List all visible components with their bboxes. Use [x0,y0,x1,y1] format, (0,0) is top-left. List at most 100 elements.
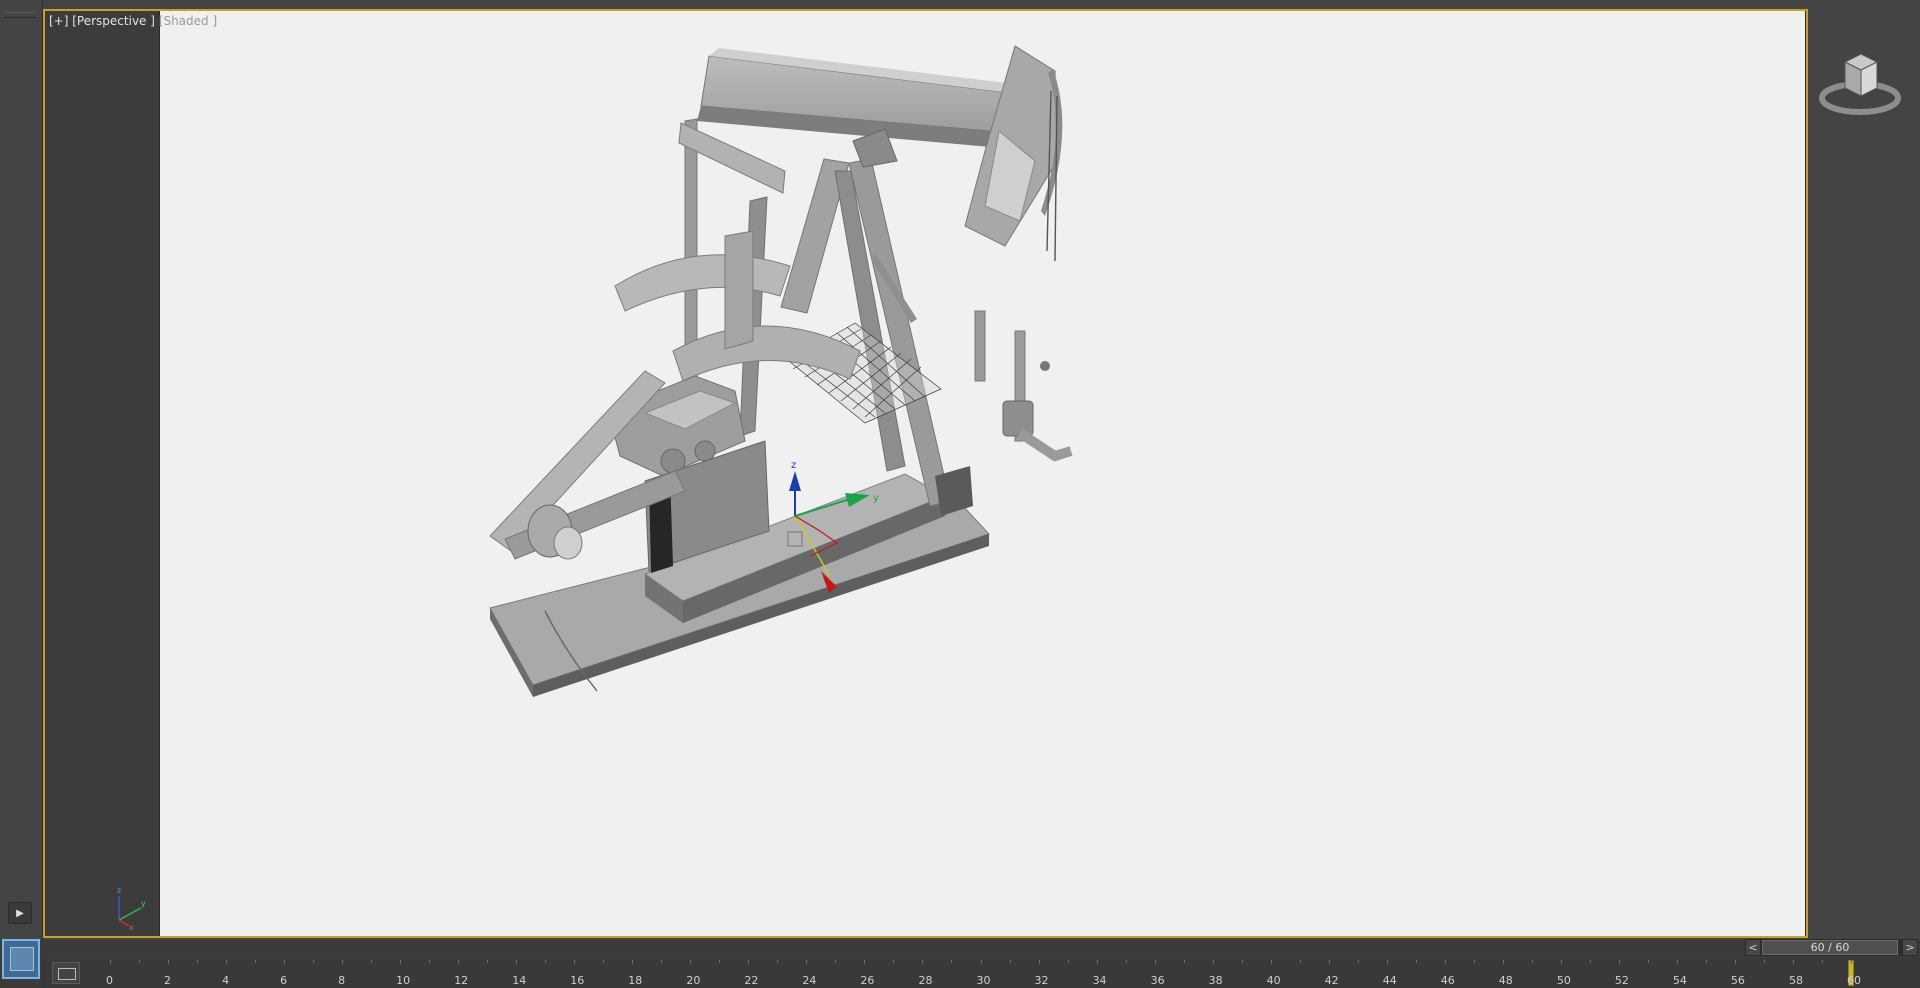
timeline-tick-label: 30 [976,974,991,987]
timeline-tick [574,960,576,964]
timeline-tick-label: 36 [1150,974,1165,987]
tripod-y-label: y [141,899,146,908]
viewport-plus-menu[interactable]: [+] [49,14,68,28]
timeline-tick-label: 48 [1498,974,1513,987]
left-toolbar-strip: ▶ [0,0,43,940]
timeline-tick-label: 44 [1382,974,1397,987]
pumpjack-scene[interactable]: z y [45,11,1806,936]
timeline-tick-label: 56 [1730,974,1745,987]
world-axis-tripod: z y x [117,886,146,930]
timeline-tick [371,960,373,963]
timeline-tick-label: 50 [1556,974,1571,987]
timeline-tick [284,960,286,964]
timeline-tick [545,960,547,963]
perspective-viewport[interactable]: [+] [Perspective ] [Shaded ] z y z y x [43,9,1808,938]
timeline-tick [893,960,895,963]
timeline-tick [1299,960,1301,963]
play-animation-button[interactable]: ▶ [8,902,32,924]
timeline-tick [429,960,431,963]
timeline-tick [1067,960,1069,963]
timeline-tick [1560,960,1562,964]
walking-beam [697,48,1023,168]
time-slider-next-button[interactable]: > [1902,939,1918,956]
timeline-tick [719,960,721,963]
timeline-tick [1444,960,1446,964]
toolbar-grip[interactable] [4,12,36,18]
timeline-tick [980,960,982,964]
horse-head [964,45,1063,262]
timeline-tick-label: 38 [1208,974,1223,987]
timeline-tick [487,960,489,963]
timeline-tick-label: 16 [570,974,585,987]
viewport-view-menu[interactable]: [Perspective ] [72,14,155,28]
timeline-tick [1154,960,1156,964]
timeline-ruler [0,958,1920,988]
timeline-tick [255,960,257,963]
timeline-tick [1125,960,1127,963]
time-slider-prev-button[interactable]: < [1745,939,1761,956]
timeline-tick [1212,960,1214,964]
timeline-tick [226,960,228,964]
viewport-shading-menu[interactable]: [Shaded ] [159,14,217,28]
timeline-tick [516,960,518,964]
timeline-tick [806,960,808,964]
timeline-tick [1241,960,1243,963]
timeline-tick [951,960,953,963]
timeline-tick [1821,960,1823,963]
timeline-tick-label: 8 [338,974,346,987]
timeline-tick [864,960,866,964]
timeline-tick-label: 34 [1092,974,1107,987]
timeline-tick-label: 58 [1788,974,1803,987]
timeline-tick-label: 28 [918,974,933,987]
timeline-tick [1705,960,1707,963]
timeline-tick [1009,960,1011,963]
timeline-tick-label: 12 [454,974,469,987]
timeline-tick-label: 14 [512,974,527,987]
timeline-tick [1589,960,1591,963]
timeline-tick [1734,960,1736,964]
viewcube-icon[interactable] [1815,40,1905,120]
timeline-tick-label: 20 [686,974,701,987]
timeline-tick-label: 0 [106,974,113,987]
timeline-tick [1386,960,1388,964]
timeline-tick [835,960,837,963]
timeline-tick [400,960,402,964]
timeline-tick [1647,960,1649,963]
timeline-tick [661,960,663,963]
timeline-tick [1038,960,1040,964]
timeline-tick [458,960,460,964]
viewport-label-menu: [+] [Perspective ] [Shaded ] [49,14,217,28]
timeline-tick-label: 54 [1672,974,1687,987]
tripod-x-label: x [129,923,134,930]
timeline-tick [922,960,924,964]
timeline-tick [1763,960,1765,963]
time-slider-thumb[interactable]: 60 / 60 [1762,940,1898,955]
timeline-tick [197,960,199,963]
play-icon: ▶ [16,907,24,919]
timeline-tick [1531,960,1533,963]
timeline-tick-label: 40 [1266,974,1281,987]
timeline-tick-label: 18 [628,974,643,987]
timeline-tick [342,960,344,964]
timeline-tick-label: 46 [1440,974,1455,987]
timeline-tick [1473,960,1475,963]
timeline-tick-label: 52 [1614,974,1629,987]
timeline-tick [603,960,605,963]
timeline-tick [139,960,141,963]
timeline-tick [110,960,111,964]
timeline-tick [1618,960,1620,964]
timeline-tick [1676,960,1678,964]
timeline-tick [313,960,315,963]
timeline-tick [1270,960,1272,964]
timeline-tick-label: 10 [396,974,411,987]
timeline-tick-label: 22 [744,974,759,987]
timeline-tick-label: 32 [1034,974,1049,987]
timeline-tick [690,960,692,964]
timeline-tick [1792,960,1794,964]
timeline-tick-label: 2 [164,974,172,987]
timeline-tick [1328,960,1330,964]
timeline-tick [1096,960,1098,964]
timeline-tick [748,960,750,964]
timeline-tick [777,960,779,963]
gizmo-y-label: y [873,493,879,504]
